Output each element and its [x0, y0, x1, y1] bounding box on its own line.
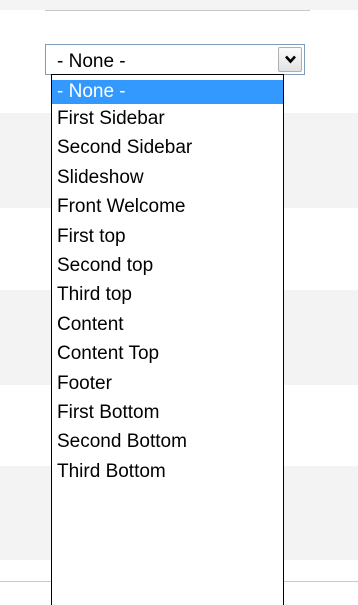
region-dropdown-list[interactable]: - None - First Sidebar Second Sidebar Slide…	[51, 74, 284, 605]
region-settings-page: - None - - None - First Sidebar Second Sid…	[0, 0, 358, 605]
dropdown-option[interactable]: Second top	[52, 251, 283, 280]
dropdown-option[interactable]: Second Sidebar	[52, 133, 283, 162]
dropdown-option[interactable]: Third Bottom	[52, 457, 283, 486]
dropdown-option[interactable]: Footer	[52, 369, 283, 398]
dropdown-option[interactable]: Slideshow	[52, 163, 283, 192]
dropdown-option[interactable]: First Bottom	[52, 398, 283, 427]
table-row-top	[0, 0, 358, 10]
divider	[45, 10, 310, 11]
dropdown-option[interactable]: Front Welcome	[52, 192, 283, 221]
chevron-down-icon	[285, 55, 296, 64]
dropdown-option[interactable]: Content Top	[52, 339, 283, 368]
dropdown-toggle-button[interactable]	[278, 47, 302, 72]
dropdown-option[interactable]: First Sidebar	[52, 104, 283, 133]
dropdown-option[interactable]: - None -	[52, 80, 283, 104]
dropdown-option[interactable]: First top	[52, 222, 283, 251]
dropdown-option[interactable]: Content	[52, 310, 283, 339]
dropdown-option[interactable]: Third top	[52, 280, 283, 309]
region-select[interactable]: - None -	[45, 44, 305, 75]
dropdown-option[interactable]: Second Bottom	[52, 427, 283, 456]
region-select-value: - None -	[57, 51, 126, 72]
